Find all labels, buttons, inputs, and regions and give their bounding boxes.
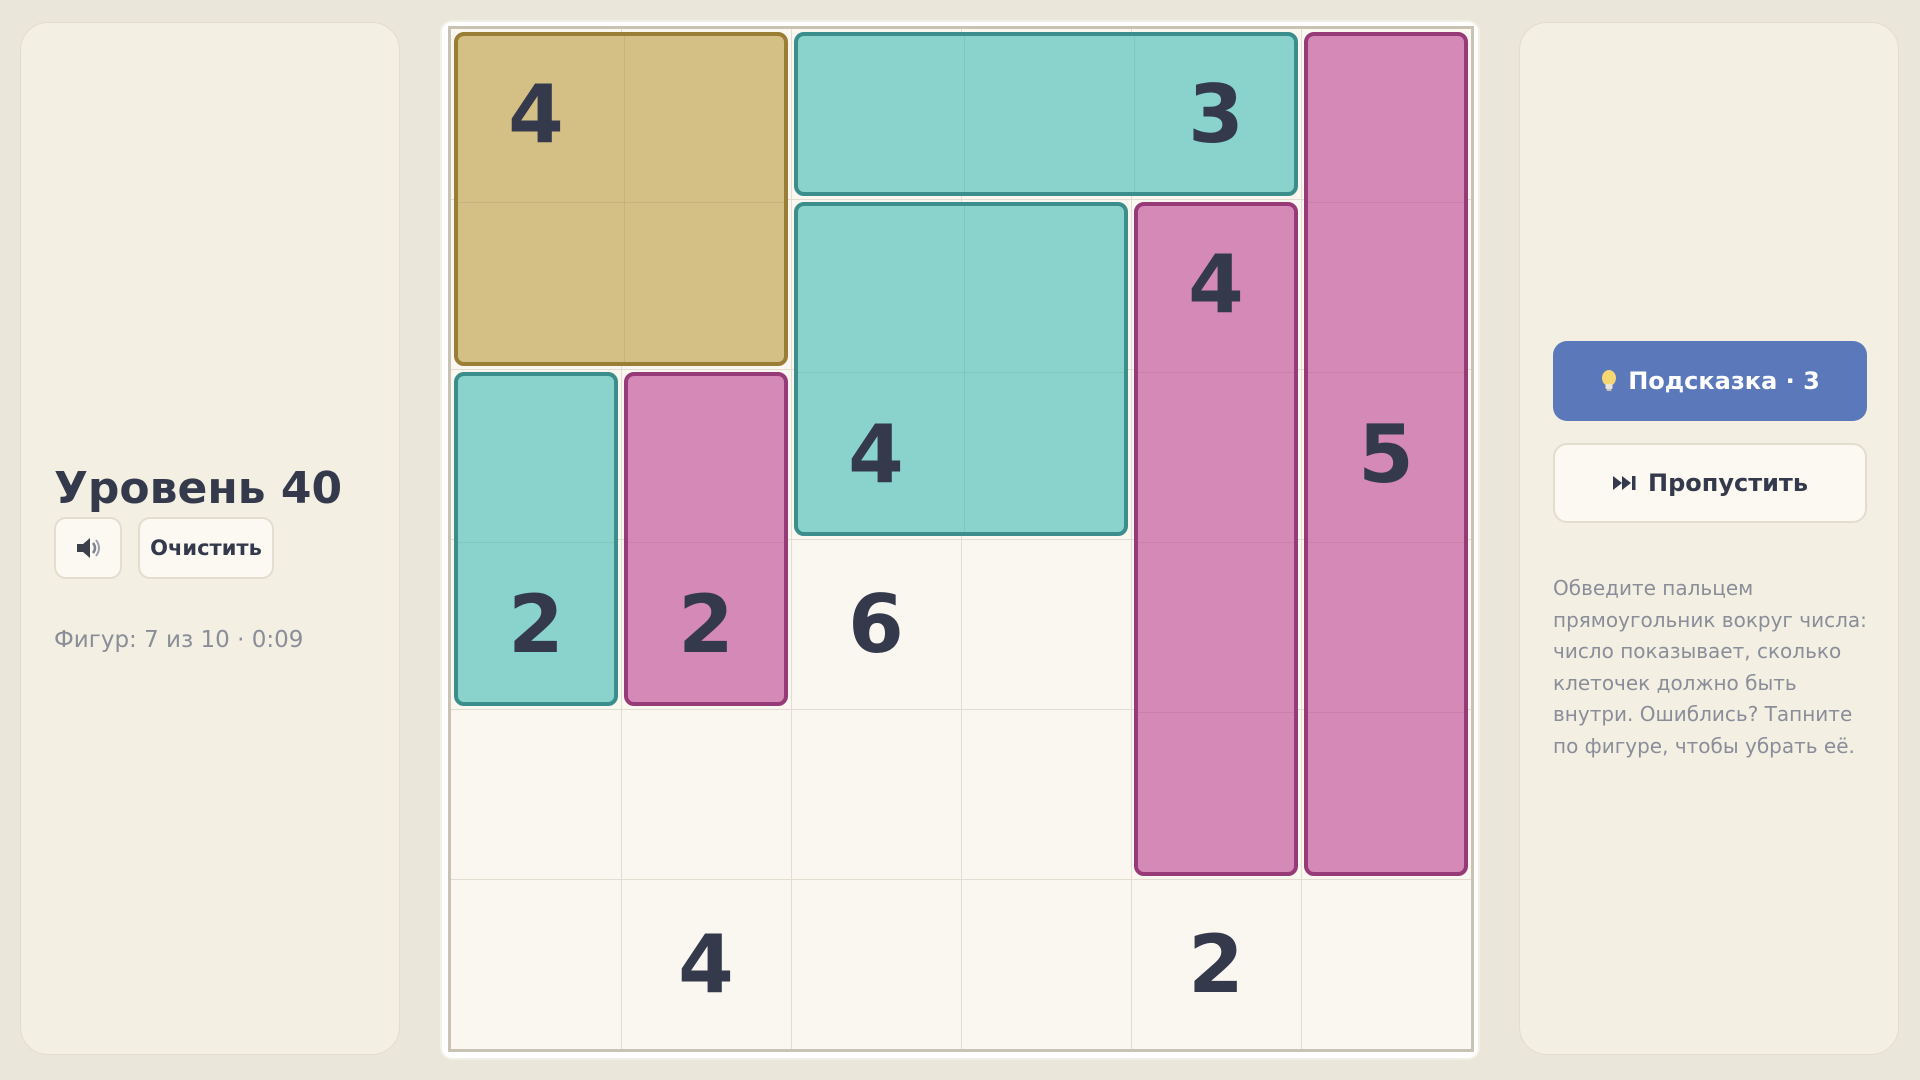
shape-cell-divider [964, 206, 965, 532]
board-container: 4 3 4 4 5 2 2 6 4 2 [442, 22, 1478, 1058]
sound-toggle-button[interactable] [54, 517, 122, 579]
shape-cell-divider [624, 36, 625, 362]
skip-label: Пропустить [1647, 469, 1809, 497]
shape-cell-divider [964, 36, 965, 192]
shape-cell-divider [1308, 712, 1464, 713]
left-panel: Уровень 40 Очистить Фигур: 7 из 10 · 0:0… [20, 22, 400, 1055]
grid-line [451, 879, 1471, 880]
hint-button[interactable]: Подсказка · 3 [1553, 341, 1867, 421]
clue-number: 2 [508, 577, 564, 671]
shape-cell-divider [458, 202, 784, 203]
clear-button[interactable]: Очистить [138, 517, 274, 579]
clue-number: 3 [1188, 67, 1244, 161]
clue-number: 2 [1188, 917, 1244, 1011]
clue-number: 4 [848, 407, 904, 501]
level-title: Уровень 40 [54, 463, 343, 514]
puzzle-board[interactable]: 4 3 4 4 5 2 2 6 4 2 [448, 26, 1474, 1052]
clue-number: 4 [678, 917, 734, 1011]
skip-forward-icon [1612, 476, 1636, 490]
control-buttons: Очистить [54, 517, 274, 579]
shape-cell-divider [1138, 542, 1294, 543]
clue-number: 5 [1358, 407, 1414, 501]
speaker-icon [77, 538, 100, 558]
help-text: Обведите пальцем прямоугольник вокруг чи… [1553, 576, 1867, 758]
shape-cell-divider [1308, 542, 1464, 543]
clue-number: 4 [1188, 237, 1244, 331]
lightbulb-icon [1602, 370, 1617, 391]
hint-label: Подсказка · 3 [1628, 367, 1820, 395]
clue-number: 2 [678, 577, 734, 671]
clue-number: 4 [508, 67, 564, 161]
shape-cell-divider [1138, 712, 1294, 713]
status-text: Фигур: 7 из 10 · 0:09 [54, 627, 304, 653]
skip-button[interactable]: Пропустить [1553, 443, 1867, 523]
right-panel: Подсказка · 3 Пропустить Обведите пальце… [1519, 22, 1899, 1055]
shape-cell-divider [1308, 202, 1464, 203]
clue-number: 6 [848, 577, 904, 671]
shape-cell-divider [1138, 372, 1294, 373]
